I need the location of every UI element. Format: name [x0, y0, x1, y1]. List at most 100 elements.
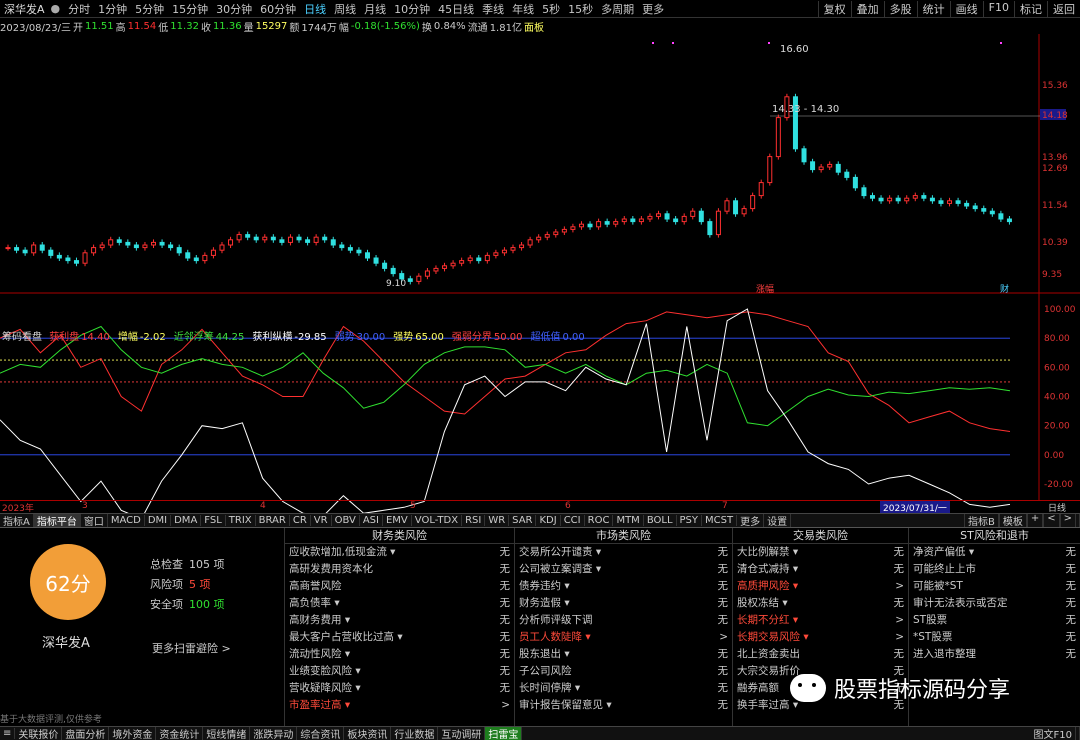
period-tab[interactable]: 60分钟 — [256, 3, 300, 16]
tool-button[interactable]: 统计 — [916, 0, 950, 17]
risk-row[interactable]: 高研发费用资本化 无 — [285, 561, 514, 578]
risk-row[interactable]: 可能被*ST 无 — [909, 578, 1080, 595]
indicator-tab[interactable]: KDJ — [536, 515, 561, 526]
bottom-tab[interactable]: 盘面分析 — [62, 727, 110, 740]
more-scan-link[interactable]: 更多扫雷避险 > — [152, 640, 231, 656]
risk-row[interactable]: 净资产偏低 ▾ 无 — [909, 544, 1080, 561]
risk-row[interactable]: 高财务费用 ▾ 无 — [285, 612, 514, 629]
risk-row[interactable]: 流动性风险 ▾ 无 — [285, 646, 514, 663]
settings-circle-icon[interactable]: ● — [51, 2, 61, 15]
indicator-tab[interactable]: BRAR — [256, 515, 290, 526]
risk-row[interactable]: 应收款增加,低现金流 ▾ 无 — [285, 544, 514, 561]
tool-button[interactable]: 多股 — [883, 0, 917, 17]
indicator-tab[interactable]: BOLL — [644, 515, 677, 526]
indicator-tab[interactable]: SAR — [509, 515, 537, 526]
indicator-tab[interactable]: FSL — [201, 515, 226, 526]
indicator-tab[interactable]: 指标A — [0, 514, 34, 527]
risk-row[interactable]: 长时间停牌 ▾ 无 — [515, 680, 732, 697]
indicator-tab[interactable]: 设置 — [764, 514, 792, 527]
tool-button[interactable]: 画线 — [949, 0, 983, 17]
period-tab[interactable]: 15分钟 — [168, 3, 212, 16]
risk-row[interactable]: 长期不分红 ▾ > — [733, 612, 908, 629]
indicator-tab[interactable]: MCST — [702, 515, 738, 526]
bottom-left-icon[interactable]: ≡ — [0, 728, 16, 739]
f10-link[interactable]: 图文F10 — [1031, 727, 1076, 740]
risk-row[interactable]: 高商誉风险 无 — [285, 578, 514, 595]
risk-row[interactable]: 最大客户占营收比过高 ▾ 无 — [285, 629, 514, 646]
tab-right-button[interactable]: 模板 — [998, 514, 1027, 527]
chart-area[interactable]: 15.36 14.18 13.96 12.69 11.54 10.39 9.35 16.60 1… — [0, 34, 1080, 514]
period-tab[interactable]: 15秒 — [564, 3, 597, 16]
risk-row[interactable]: 业绩变脸风险 ▾ 无 — [285, 663, 514, 680]
tab-right-button[interactable]: + — [1026, 514, 1044, 527]
period-tab[interactable]: 10分钟 — [390, 3, 434, 16]
indicator-tab[interactable]: PSY — [677, 515, 703, 526]
risk-row[interactable]: 股权冻结 ▾ 无 — [733, 595, 908, 612]
indicator-tab[interactable]: OBV — [332, 515, 360, 526]
period-tab[interactable]: 年线 — [508, 3, 538, 16]
period-tab[interactable]: 1分钟 — [94, 3, 131, 16]
indicator-tab[interactable]: DMI — [145, 515, 172, 526]
tool-button[interactable]: 叠加 — [850, 0, 884, 17]
risk-row[interactable]: 债券违约 ▾ 无 — [515, 578, 732, 595]
indicator-tab[interactable]: EMV — [383, 515, 412, 526]
risk-row[interactable]: 公司被立案调查 ▾ 无 — [515, 561, 732, 578]
risk-row[interactable]: 可能终止上市 无 — [909, 561, 1080, 578]
bottom-tab[interactable]: 短线情绪 — [203, 727, 251, 740]
risk-row[interactable]: 员工人数陡降 ▾ > — [515, 629, 732, 646]
bottom-tab[interactable]: 境外资金 — [109, 727, 157, 740]
bottom-tab[interactable]: 综合资讯 — [297, 727, 345, 740]
risk-row[interactable]: 高负债率 ▾ 无 — [285, 595, 514, 612]
indicator-tab[interactable]: 指标平台 — [33, 514, 81, 527]
indicator-tab[interactable]: VOL-TDX — [412, 515, 463, 526]
risk-row[interactable]: 市盈率过高 ▾ > — [285, 697, 514, 714]
period-tab[interactable]: 5分钟 — [131, 3, 168, 16]
indicator-tab[interactable]: WR — [485, 515, 510, 526]
bottom-tab[interactable]: 行业数据 — [391, 727, 439, 740]
indicator-tab[interactable]: ROC — [585, 515, 614, 526]
risk-row[interactable]: 进入退市整理 无 — [909, 646, 1080, 663]
period-tab[interactable]: 季线 — [478, 3, 508, 16]
risk-row[interactable]: 高质押风险 ▾ > — [733, 578, 908, 595]
period-tab[interactable]: 分时 — [64, 3, 94, 16]
risk-row[interactable]: 股东退出 ▾ 无 — [515, 646, 732, 663]
tab-right-button[interactable]: < — [1043, 514, 1060, 527]
tab-right-button[interactable]: 指标B — [963, 514, 999, 527]
indicator-tab[interactable]: CCI — [561, 515, 585, 526]
indicator-tab[interactable]: ASI — [360, 515, 383, 526]
indicator-tab[interactable]: VR — [311, 515, 332, 526]
risk-row[interactable]: 北上资金卖出 无 — [733, 646, 908, 663]
risk-row[interactable]: *ST股票 无 — [909, 629, 1080, 646]
tool-button[interactable]: 标记 — [1014, 0, 1047, 17]
period-tab[interactable]: 日线 — [300, 3, 330, 16]
indicator-tab[interactable]: TRIX — [226, 515, 256, 526]
period-tab[interactable]: 更多 — [638, 3, 668, 16]
period-tab[interactable]: 多周期 — [597, 3, 638, 16]
tool-button[interactable]: 复权 — [817, 0, 851, 17]
period-tab[interactable]: 5秒 — [538, 3, 564, 16]
risk-row[interactable]: 子公司风险 无 — [515, 663, 732, 680]
bottom-tab[interactable]: 资金统计 — [156, 727, 204, 740]
bottom-tab[interactable]: 关联报价 — [15, 727, 63, 740]
risk-row[interactable]: 审计无法表示或否定 无 — [909, 595, 1080, 612]
risk-row[interactable]: 财务造假 ▾ 无 — [515, 595, 732, 612]
kline-and-indicator-chart[interactable]: 15.36 14.18 13.9612.69 11.54 10.39 9.35 16.60 1… — [0, 34, 1080, 514]
indicator-tab[interactable]: DMA — [171, 515, 202, 526]
risk-row[interactable]: 交易所公开谴责 ▾ 无 — [515, 544, 732, 561]
risk-row[interactable]: 长期交易风险 ▾ > — [733, 629, 908, 646]
bottom-tab[interactable]: 板块资讯 — [344, 727, 392, 740]
risk-row[interactable]: 审计报告保留意见 ▾ 无 — [515, 697, 732, 714]
indicator-tab[interactable]: 更多 — [737, 514, 765, 527]
indicator-tab[interactable]: 窗口 — [81, 514, 108, 527]
tab-right-button[interactable]: > — [1059, 514, 1076, 527]
indicator-tab[interactable]: MTM — [613, 515, 644, 526]
risk-row[interactable]: 营收疑降风险 ▾ 无 — [285, 680, 514, 697]
indicator-tab[interactable]: MACD — [108, 515, 145, 526]
risk-row[interactable]: ST股票 无 — [909, 612, 1080, 629]
indicator-tab[interactable]: CR — [290, 515, 311, 526]
period-tab[interactable]: 月线 — [360, 3, 390, 16]
risk-row[interactable]: 分析师评级下调 无 — [515, 612, 732, 629]
period-tab[interactable]: 周线 — [330, 3, 360, 16]
bottom-tab[interactable]: 互动调研 — [438, 727, 486, 740]
period-tab[interactable]: 30分钟 — [212, 3, 256, 16]
